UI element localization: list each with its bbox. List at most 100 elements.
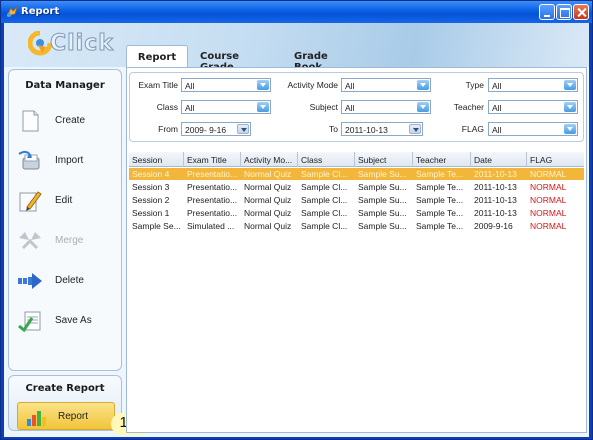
class-select[interactable]: All — [181, 100, 271, 114]
create-report-title: Create Report — [25, 383, 105, 394]
exam-title-value: All — [185, 81, 195, 91]
save-as-icon — [18, 311, 41, 333]
report-main-panel: Exam Title All Activity Mode All Type Al… — [126, 67, 587, 433]
table-row[interactable]: Session 1 Presentatio... Normal Quiz Sam… — [129, 207, 584, 219]
chevron-down-icon[interactable] — [237, 124, 249, 134]
table-row[interactable]: Sample Se... Simulated ... Normal Quiz S… — [129, 220, 584, 232]
exam-title-select[interactable]: All — [181, 78, 271, 92]
chevron-down-icon[interactable] — [409, 124, 421, 134]
sidebar-item-create[interactable]: Create — [17, 106, 117, 136]
bar-chart-icon — [27, 411, 46, 426]
from-date-value: 2009- 9-16 — [185, 125, 227, 135]
sidebar-item-label: Merge — [55, 235, 84, 246]
cell-flag: NORMAL — [530, 182, 567, 192]
class-label: Class — [156, 102, 178, 112]
cell-session: Sample Se... — [132, 221, 181, 231]
cell-class: Sample Cl... — [301, 169, 348, 179]
column-header-activity-mode[interactable]: Activity Mo... — [241, 152, 298, 167]
sidebar-item-label: Edit — [55, 195, 73, 206]
close-button[interactable] — [573, 4, 589, 20]
chevron-down-icon[interactable] — [257, 102, 269, 112]
cell-subject: Sample Su... — [358, 208, 407, 218]
tab-course-grade[interactable]: Course Grade — [192, 45, 247, 73]
chevron-down-icon[interactable] — [417, 80, 429, 90]
sidebar-item-edit[interactable]: Edit — [17, 186, 117, 216]
edit-icon — [19, 191, 42, 212]
teacher-label: Teacher — [453, 102, 484, 112]
cell-session: Session 2 — [132, 195, 170, 205]
sidebar-item-label: Delete — [55, 275, 84, 286]
data-manager-title: Data Manager — [25, 80, 105, 91]
flag-label: FLAG — [461, 124, 484, 134]
table-row[interactable]: Session 3 Presentatio... Normal Quiz Sam… — [129, 181, 584, 193]
cell-date: 2011-10-13 — [474, 195, 517, 205]
type-select[interactable]: All — [488, 78, 578, 92]
column-header-subject[interactable]: Subject — [355, 152, 413, 167]
cell-exam-title: Presentatio... — [187, 195, 238, 205]
cell-class: Sample Cl... — [301, 208, 348, 218]
column-header-class[interactable]: Class — [298, 152, 355, 167]
subject-value: All — [345, 103, 355, 113]
chevron-down-icon[interactable] — [417, 102, 429, 112]
cell-class: Sample Cl... — [301, 182, 348, 192]
cell-date: 2011-10-13 — [474, 182, 517, 192]
activity-mode-select[interactable]: All — [341, 78, 431, 92]
sidebar-item-label: Import — [55, 155, 84, 166]
cell-teacher: Sample Te... — [416, 221, 464, 231]
maximize-button[interactable] — [556, 4, 572, 20]
column-header-exam-title[interactable]: Exam Title — [184, 152, 241, 167]
class-value: All — [185, 103, 195, 113]
cell-date: 2011-10-13 — [474, 169, 517, 179]
report-button[interactable]: Report — [17, 402, 115, 430]
chevron-down-icon[interactable] — [564, 124, 576, 134]
column-header-flag[interactable]: FLAG — [527, 152, 584, 167]
teacher-value: All — [492, 103, 502, 113]
sidebar-item-delete[interactable]: Delete — [17, 266, 117, 296]
chevron-down-icon[interactable] — [257, 80, 269, 90]
cell-activity-mode: Normal Quiz — [244, 208, 292, 218]
cell-session: Session 4 — [132, 169, 170, 179]
table-row[interactable]: Session 2 Presentatio... Normal Quiz Sam… — [129, 194, 584, 206]
chevron-down-icon[interactable] — [564, 80, 576, 90]
client-area: Click Report Course Grade Grade Book Dat… — [4, 23, 589, 437]
cell-activity-mode: Normal Quiz — [244, 169, 292, 179]
document-icon — [22, 110, 39, 132]
merge-icon — [19, 232, 41, 250]
teacher-select[interactable]: All — [488, 100, 578, 114]
column-header-session[interactable]: Session — [129, 152, 184, 167]
sidebar-item-import[interactable]: Import — [17, 146, 117, 176]
column-header-date[interactable]: Date — [471, 152, 527, 167]
subject-select[interactable]: All — [341, 100, 431, 114]
delete-arrow-icon — [18, 273, 42, 289]
cell-teacher: Sample Te... — [416, 182, 464, 192]
cell-date: 2011-10-13 — [474, 208, 517, 218]
flag-value: All — [492, 125, 502, 135]
cell-session: Session 1 — [132, 208, 170, 218]
cell-date: 2009-9-16 — [474, 221, 513, 231]
cell-flag: NORMAL — [530, 169, 567, 179]
subject-label: Subject — [309, 102, 338, 112]
sidebar-item-label: Save As — [55, 315, 92, 326]
from-label: From — [158, 124, 178, 134]
title-bar[interactable]: Report — [1, 1, 592, 23]
tab-report[interactable]: Report — [126, 45, 188, 67]
sidebar-item-merge: Merge — [17, 226, 117, 256]
from-date-picker[interactable]: 2009- 9-16 — [181, 122, 251, 136]
cell-subject: Sample Su... — [358, 169, 407, 179]
tab-grade-book[interactable]: Grade Book — [286, 45, 336, 73]
grid-header: Session Exam Title Activity Mo... Class … — [129, 152, 584, 167]
cell-flag: NORMAL — [530, 208, 567, 218]
cell-class: Sample Cl... — [301, 221, 348, 231]
column-header-teacher[interactable]: Teacher — [413, 152, 471, 167]
cell-exam-title: Presentatio... — [187, 169, 238, 179]
sidebar-item-save-as[interactable]: Save As — [17, 306, 117, 336]
cell-flag: NORMAL — [530, 195, 567, 205]
import-icon — [18, 150, 40, 170]
cell-class: Sample Cl... — [301, 195, 348, 205]
cell-exam-title: Presentatio... — [187, 208, 238, 218]
to-date-picker[interactable]: 2011-10-13 — [341, 122, 423, 136]
chevron-down-icon[interactable] — [564, 102, 576, 112]
table-row[interactable]: Session 4 Presentatio... Normal Quiz Sam… — [129, 168, 584, 180]
flag-select[interactable]: All — [488, 122, 578, 136]
minimize-button[interactable] — [539, 4, 555, 20]
